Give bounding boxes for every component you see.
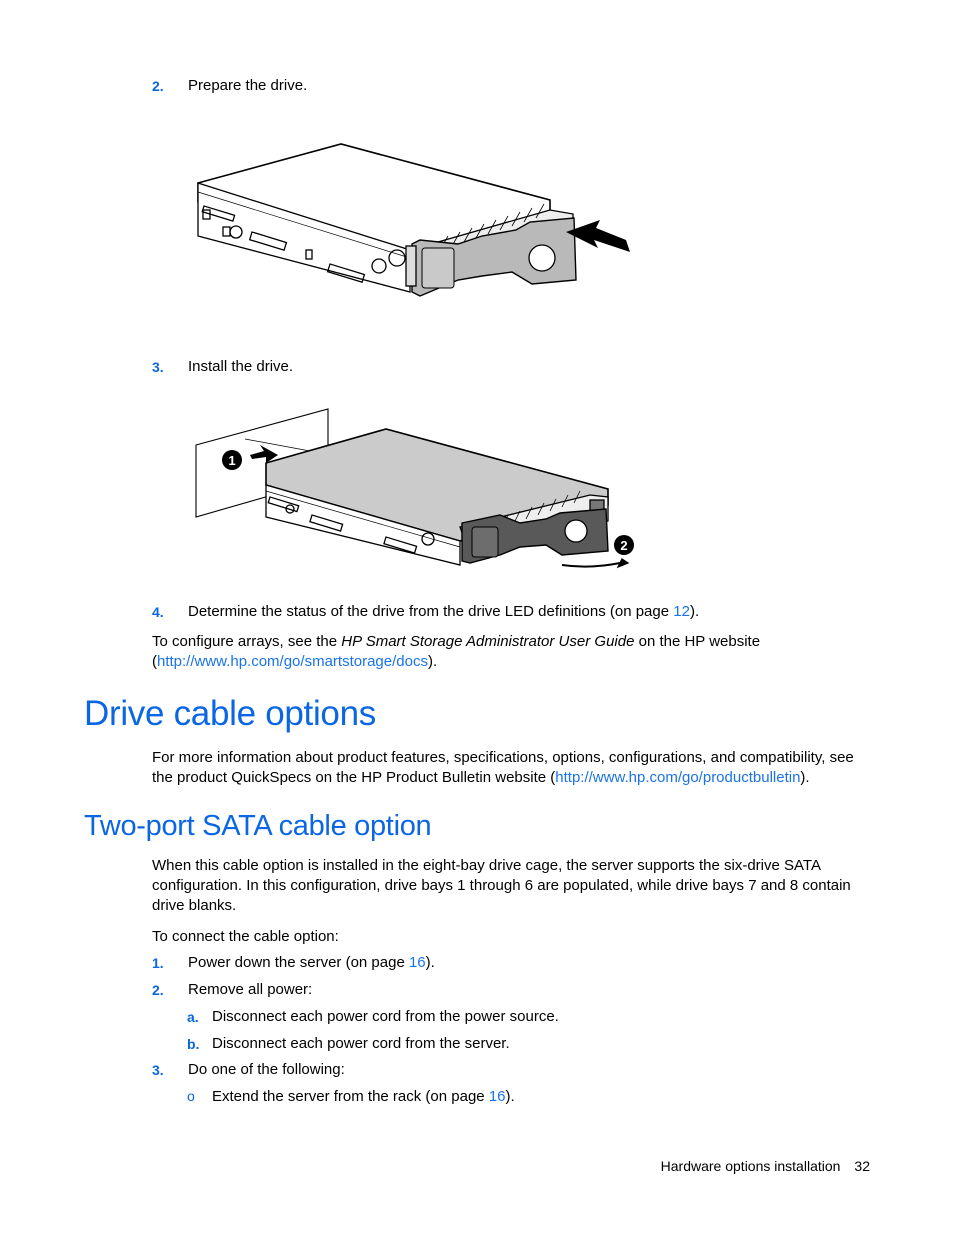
substep-text: Disconnect each power cord from the powe… [212,1008,559,1025]
callout-2-icon: 2 [614,535,634,555]
text: ). [425,954,435,971]
drive-carrier-illustration [197,143,577,297]
two-port-paragraph: When this cable option is installed in t… [152,856,882,916]
text: To configure arrays, see the [152,633,342,650]
text: ). [505,1088,515,1105]
substep-letter: a. [187,1009,199,1025]
step-text: Determine the status of the drive from t… [188,602,699,622]
bullet-text: Extend the server from the rack (on page… [212,1087,515,1107]
step-text: Power down the server (on page 16). [188,953,435,973]
step-number: 3. [152,1062,164,1078]
step-number: 2. [152,982,164,998]
step-text: Remove all power: [188,981,313,998]
footer-section-title: Hardware options installation [660,1158,841,1174]
substep-letter: b. [187,1036,200,1052]
callout-1-icon: 1 [222,450,242,470]
productbulletin-link[interactable]: http://www.hp.com/go/productbulletin [555,769,800,786]
subsection-heading: Two-port SATA cable option [84,810,432,842]
page-number: 32 [854,1158,870,1174]
text: configuration. In this configuration, dr… [152,877,851,894]
step-text-after: ). [689,603,700,620]
bullet-icon: o [187,1088,195,1104]
step-text: Prepare the drive. [188,77,308,94]
text: on the HP website [634,633,761,650]
svg-text:1: 1 [228,453,235,468]
text: drive blanks. [152,897,237,914]
install-drive-figure: 1 2 [195,408,634,569]
substep-text: Disconnect each power cord from the serv… [212,1035,510,1052]
text: When this cable option is installed in t… [152,857,821,874]
section-heading: Drive cable options [84,694,376,733]
step-number: 1. [152,955,164,971]
prepare-drive-figure [197,143,630,297]
step-text: Install the drive. [188,358,294,375]
page-link[interactable]: 16 [409,954,426,971]
smartstorage-docs-link[interactable]: http://www.hp.com/go/smartstorage/docs [157,653,428,670]
step-text-before: Determine the status of the drive from t… [188,603,674,620]
step-number: 4. [152,604,164,620]
step-number: 3. [152,359,164,375]
page-link[interactable]: 16 [489,1088,506,1105]
text: Extend the server from the rack (on page [212,1088,489,1105]
text: ). [800,769,810,786]
page-footer: Hardware options installation 32 [661,1158,870,1174]
connect-intro: To connect the cable option: [152,928,339,945]
step-number: 2. [152,78,164,94]
step-text: Do one of the following: [188,1061,345,1078]
guide-title: HP Smart Storage Administrator User Guid… [341,633,635,650]
svg-text:2: 2 [620,538,627,553]
configure-arrays-paragraph: To configure arrays, see the HP Smart St… [152,632,882,672]
page-link[interactable]: 12 [673,603,690,620]
text: Power down the server (on page [188,954,409,971]
text: ). [427,653,438,670]
drive-cable-paragraph: For more information about product featu… [152,748,882,788]
text: For more information about product featu… [152,749,854,766]
text: the product QuickSpecs on the HP Product… [152,769,556,786]
